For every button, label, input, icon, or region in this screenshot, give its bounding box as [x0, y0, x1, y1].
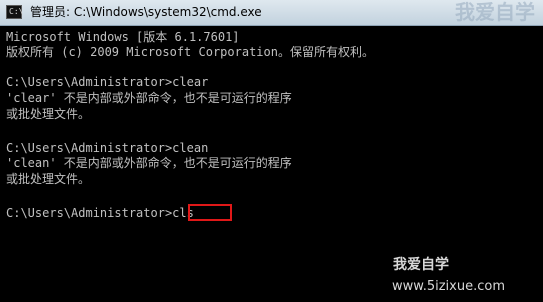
- title-bar[interactable]: C:\ 管理员: C:\Windows\system32\cmd.exe 我爱自…: [0, 0, 543, 26]
- console-line: 版权所有 (c) 2009 Microsoft Corporation。保留所有…: [6, 45, 374, 59]
- cmd-icon[interactable]: C:\: [6, 5, 24, 19]
- console-line: 或批处理文件。: [6, 172, 91, 186]
- cmd-icon-glyph: C:\: [9, 7, 24, 16]
- console-line: 或批处理文件。: [6, 107, 91, 121]
- window-title: 管理员: C:\Windows\system32\cmd.exe: [30, 5, 262, 19]
- cls-highlight-box: [188, 204, 232, 221]
- watermark-logo: 我爱自学: [455, 0, 535, 24]
- console-line: Microsoft Windows [版本 6.1.7601]: [6, 30, 240, 44]
- watermark-site-url: www.5izixue.com: [392, 279, 505, 294]
- console-line: 'clean' 不是内部或外部命令，也不是可运行的程序: [6, 156, 292, 170]
- console-line: C:\Users\Administrator>clear: [6, 75, 209, 89]
- console-line: 'clear' 不是内部或外部命令，也不是可运行的程序: [6, 91, 292, 105]
- console-line: C:\Users\Administrator>clean: [6, 141, 209, 155]
- cmd-window: C:\ 管理员: C:\Windows\system32\cmd.exe 我爱自…: [0, 0, 543, 302]
- console-prompt-line[interactable]: C:\Users\Administrator>cls: [6, 206, 194, 220]
- console-area[interactable]: Microsoft Windows [版本 6.1.7601] 版权所有 (c)…: [0, 26, 543, 302]
- watermark-site-name: 我爱自学: [393, 257, 449, 273]
